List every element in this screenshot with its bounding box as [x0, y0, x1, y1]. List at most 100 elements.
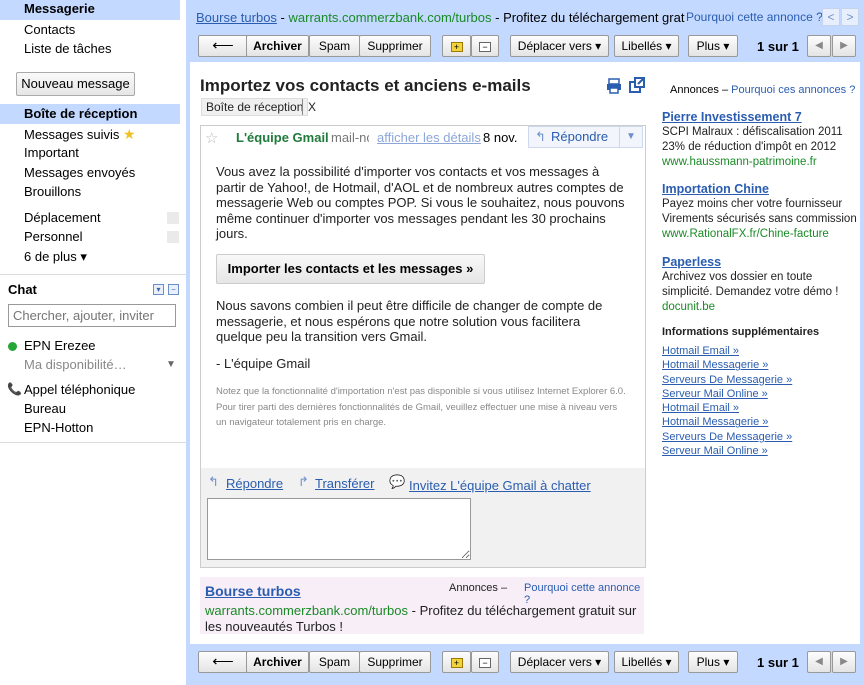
nav-starred[interactable]: Messages suivis ★	[24, 126, 136, 143]
nav-important[interactable]: Important	[24, 145, 79, 160]
newer-icon[interactable]: ◀	[807, 35, 831, 57]
side-ad-title[interactable]: Pierre Investissement 7	[662, 110, 858, 125]
chat-search-input[interactable]	[8, 304, 176, 327]
message-body-2: Nous savons combien il peut être diffici…	[216, 298, 603, 345]
spam-button[interactable]: Spam	[309, 35, 360, 57]
labels-button[interactable]: Libellés ▾	[614, 35, 679, 57]
nav-inbox[interactable]: Boîte de réception	[24, 106, 137, 121]
info-link[interactable]: Hotmail Email »	[662, 344, 792, 358]
minus-icon: −	[479, 658, 491, 668]
nav-more-labels[interactable]: 6 de plus ▾	[24, 249, 87, 265]
info-link[interactable]: Serveurs De Messagerie »	[662, 430, 792, 444]
label-color-chip[interactable]	[167, 231, 179, 243]
remove-label-button[interactable]: X	[302, 99, 316, 115]
nav-label-personnel[interactable]: Personnel	[24, 229, 83, 244]
top-ad-why-link[interactable]: Pourquoi cette annonce ?	[686, 10, 823, 24]
top-ad-sep: -	[276, 10, 289, 25]
chat-options-icon[interactable]: ▾	[153, 284, 164, 295]
bottom-ad-title[interactable]: Bourse turbos	[205, 583, 301, 599]
newer-icon[interactable]: ◀	[807, 651, 831, 673]
import-button[interactable]: Importer les contacts et les messages »	[216, 254, 485, 284]
bottom-ad-url[interactable]: warrants.commerzbank.com/turbos	[205, 603, 408, 618]
back-button[interactable]: ⟵	[198, 651, 248, 673]
inbox-label-tag[interactable]: Boîte de réception	[201, 98, 309, 116]
label-color-chip[interactable]	[167, 212, 179, 224]
show-details-link[interactable]: afficher les détails	[377, 130, 481, 145]
forward-link[interactable]: Transférer	[315, 476, 374, 491]
labels-button[interactable]: Libellés ▾	[614, 651, 679, 673]
side-ad-url[interactable]: www.RationalFX.fr/Chine-facture	[662, 227, 858, 242]
more-actions-icon[interactable]: ▼	[619, 126, 643, 148]
spam-button[interactable]: Spam	[309, 651, 360, 673]
info-link[interactable]: Hotmail Messagerie »	[662, 415, 792, 429]
sender-name[interactable]: L'équipe Gmail	[236, 130, 329, 145]
info-link[interactable]: Hotmail Messagerie »	[662, 358, 792, 372]
archive-button[interactable]: Archiver	[246, 651, 309, 673]
chat-status[interactable]: Ma disponibilité…	[24, 357, 127, 372]
side-ads-why-link[interactable]: Pourquoi ces annonces ?	[731, 84, 855, 96]
nav-label-deplacement[interactable]: Déplacement	[24, 210, 101, 225]
print-icon[interactable]	[606, 78, 622, 94]
side-ad-url[interactable]: docunit.be	[662, 300, 858, 315]
remove-button[interactable]: −	[471, 35, 499, 57]
top-ad: Bourse turbos - warrants.commerzbank.com…	[196, 10, 852, 25]
add-to-tasks-button[interactable]: +	[442, 651, 471, 673]
add-to-tasks-button[interactable]: +	[442, 35, 471, 57]
side-ad-line: Archivez vos dossier en toute	[662, 271, 813, 283]
nav-drafts[interactable]: Brouillons	[24, 184, 81, 199]
phone-icon: 📞	[7, 382, 22, 396]
reply-button[interactable]: ↰ Répondre	[528, 126, 620, 148]
info-link[interactable]: Serveurs De Messagerie »	[662, 373, 792, 387]
message-note: Notez que la fonctionnalité d'importatio…	[216, 384, 630, 431]
left-nav: Messagerie Contacts Liste de tâches Nouv…	[0, 0, 186, 685]
nav-contacts[interactable]: Contacts	[24, 22, 75, 37]
chat-contact[interactable]: Bureau	[24, 401, 66, 416]
ad-next-icon[interactable]: >	[841, 8, 859, 26]
back-button[interactable]: ⟵	[198, 35, 248, 57]
chat-bubble-icon: 💬	[389, 474, 406, 489]
reply-link[interactable]: Répondre	[226, 476, 283, 491]
star-icon[interactable]: ☆	[205, 129, 218, 147]
delete-button[interactable]: Supprimer	[359, 651, 431, 673]
older-icon[interactable]: ▶	[832, 651, 856, 673]
side-ad-title[interactable]: Importation Chine	[662, 182, 858, 197]
nav-mail[interactable]: Messagerie	[24, 1, 95, 16]
info-link[interactable]: Serveur Mail Online »	[662, 387, 792, 401]
side-ad-url[interactable]: www.haussmann-patrimoine.fr	[662, 155, 858, 170]
chat-minimize-icon[interactable]: −	[168, 284, 179, 295]
chat-contact[interactable]: EPN-Hotton	[24, 420, 93, 435]
nav-sent[interactable]: Messages envoyés	[24, 165, 135, 180]
side-ads-header: Annonces – Pourquoi ces annonces ?	[670, 84, 855, 96]
archive-button[interactable]: Archiver	[246, 35, 309, 57]
message-subject: Importez vos contacts et anciens e-mails	[200, 76, 531, 95]
info-link[interactable]: Hotmail Email »	[662, 401, 792, 415]
info-link[interactable]: Serveur Mail Online »	[662, 444, 792, 458]
top-ad-text: - Profitez du téléchargement grat	[491, 10, 685, 25]
nav-tasks[interactable]: Liste de tâches	[24, 41, 111, 56]
info-links: Hotmail Email » Hotmail Messagerie » Ser…	[662, 344, 792, 458]
side-ad-title[interactable]: Paperless	[662, 255, 858, 270]
more-button[interactable]: Plus ▾	[688, 35, 738, 57]
more-button[interactable]: Plus ▾	[688, 651, 738, 673]
move-to-button[interactable]: Déplacer vers ▾	[510, 35, 609, 57]
ad-prev-icon[interactable]: <	[822, 8, 840, 26]
chat-call[interactable]: Appel téléphonique	[24, 382, 135, 397]
top-ad-url[interactable]: warrants.commerzbank.com/turbos	[289, 10, 492, 25]
compose-button[interactable]: Nouveau message	[16, 72, 135, 96]
move-to-button[interactable]: Déplacer vers ▾	[510, 651, 609, 673]
delete-button[interactable]: Supprimer	[359, 35, 431, 57]
divider	[0, 274, 186, 275]
reply-bar: ↰ Répondre ↱ Transférer 💬 Invitez L'équi…	[201, 468, 645, 567]
older-icon[interactable]: ▶	[832, 35, 856, 57]
reply-textarea[interactable]	[207, 498, 471, 560]
message-signature: - L'équipe Gmail	[216, 356, 311, 371]
new-window-icon[interactable]	[629, 77, 645, 93]
page-count-text: 1 sur 1	[757, 39, 799, 54]
reply-label: Répondre	[551, 129, 609, 144]
invite-chat-link[interactable]: Invitez L'équipe Gmail à chatter	[409, 478, 591, 493]
status-online-icon	[8, 342, 17, 351]
remove-button[interactable]: −	[471, 651, 499, 673]
top-ad-title[interactable]: Bourse turbos	[196, 10, 277, 25]
chat-user[interactable]: EPN Erezee	[24, 338, 96, 353]
chat-status-dropdown-icon[interactable]: ▼	[166, 359, 176, 370]
